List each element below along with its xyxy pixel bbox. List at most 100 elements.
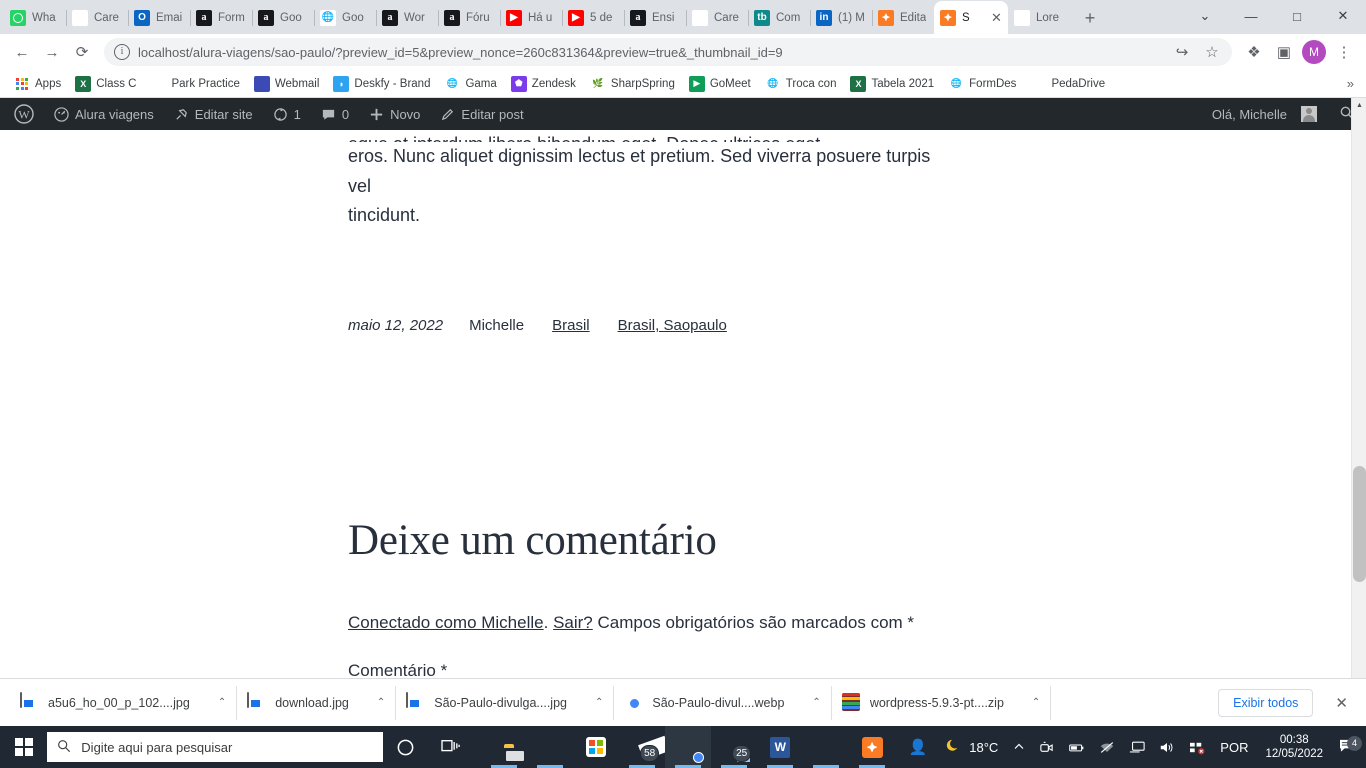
- bookmark-item[interactable]: X Tabela 2021: [844, 73, 940, 95]
- close-tab-icon[interactable]: ✕: [989, 10, 1004, 25]
- download-menu-caret-icon[interactable]: ⌃: [1032, 697, 1040, 708]
- browser-tab[interactable]: a Fóru: [438, 1, 500, 34]
- chrome-menu-icon[interactable]: ⋮: [1330, 38, 1358, 66]
- download-item[interactable]: São-Paulo-divulga....jpg ⌃: [396, 685, 615, 720]
- scroll-up-arrow-icon[interactable]: ▲: [1352, 98, 1366, 113]
- download-menu-caret-icon[interactable]: ⌃: [812, 697, 820, 708]
- reload-button[interactable]: ⟳: [68, 38, 96, 66]
- close-download-shelf-button[interactable]: ✕: [1327, 694, 1356, 712]
- taskbar-app-teams[interactable]: 25: [711, 726, 757, 768]
- side-panel-icon[interactable]: ▣: [1270, 38, 1298, 66]
- browser-tab[interactable]: tb Com: [748, 1, 810, 34]
- browser-tab-active[interactable]: ⯌ S ✕: [934, 1, 1008, 34]
- download-item[interactable]: São-Paulo-divul....webp ⌃: [614, 685, 832, 720]
- browser-tab[interactable]: ⯌ Edita: [872, 1, 934, 34]
- wp-updates-button[interactable]: 1: [263, 98, 311, 130]
- forward-button[interactable]: →: [38, 38, 66, 66]
- display-icon[interactable]: [1122, 726, 1152, 768]
- bookmark-item[interactable]: ▶ GoMeet: [683, 73, 757, 95]
- network-error-icon[interactable]: [1182, 726, 1213, 768]
- camera-icon[interactable]: [1032, 726, 1061, 768]
- wp-logo-button[interactable]: W: [4, 98, 44, 130]
- browser-tab[interactable]: ▶ 5 de: [562, 1, 624, 34]
- language-indicator[interactable]: POR: [1213, 726, 1255, 768]
- bookmark-item[interactable]: Apps: [8, 73, 67, 95]
- wp-account-button[interactable]: Olá, Michelle: [1202, 98, 1327, 130]
- share-icon[interactable]: ↪: [1168, 38, 1196, 66]
- browser-tab[interactable]: a Wor: [376, 1, 438, 34]
- taskbar-app-winrar[interactable]: [803, 726, 849, 768]
- wifi-off-icon[interactable]: [1092, 726, 1122, 768]
- taskbar-app-people[interactable]: 👤: [895, 726, 941, 768]
- logout-link[interactable]: Sair?: [553, 613, 593, 632]
- wp-new-button[interactable]: Novo: [359, 98, 430, 130]
- bookmark-item[interactable]: 🌐 Gama: [438, 73, 502, 95]
- taskbar-app-word[interactable]: W: [757, 726, 803, 768]
- profile-avatar[interactable]: M: [1302, 40, 1326, 64]
- browser-tab[interactable]: a Ensi: [624, 1, 686, 34]
- maximize-button[interactable]: □: [1274, 0, 1320, 32]
- browser-tab[interactable]: ▶ Há u: [500, 1, 562, 34]
- taskbar-app-microsoft-store[interactable]: [573, 726, 619, 768]
- page-scrollbar[interactable]: ▲ ▼: [1351, 98, 1366, 726]
- wp-comments-button[interactable]: 0: [311, 98, 359, 130]
- taskbar-app-mail[interactable]: 58: [619, 726, 665, 768]
- clock[interactable]: 00:38 12/05/2022: [1255, 733, 1333, 761]
- browser-tab[interactable]: L Lore: [1008, 1, 1070, 34]
- bookmark-item[interactable]: ◗ Deskfy - Brand: [327, 73, 436, 95]
- post-category-link-anchor[interactable]: Brasil: [552, 317, 590, 334]
- logged-in-as-link[interactable]: Conectado como Michelle: [348, 613, 544, 632]
- browser-tab[interactable]: sf Care: [686, 1, 748, 34]
- tray-expand-icon[interactable]: [1006, 726, 1032, 768]
- download-menu-caret-icon[interactable]: ⌃: [595, 697, 603, 708]
- notifications-icon[interactable]: 4: [1333, 735, 1366, 757]
- wp-site-name-button[interactable]: Alura viagens: [44, 98, 164, 130]
- taskbar-search-input[interactable]: Digite aqui para pesquisar: [47, 732, 383, 762]
- download-menu-caret-icon[interactable]: ⌃: [377, 697, 385, 708]
- browser-tab[interactable]: in (1) M: [810, 1, 872, 34]
- taskbar-app-chrome[interactable]: [665, 726, 712, 768]
- browser-tab[interactable]: Wha: [4, 1, 66, 34]
- task-view-icon[interactable]: [428, 726, 473, 768]
- site-info-icon[interactable]: i: [114, 44, 130, 60]
- new-tab-button[interactable]: +: [1076, 4, 1104, 32]
- tab-search-button[interactable]: ⌄: [1182, 0, 1228, 32]
- back-button[interactable]: ←: [8, 38, 36, 66]
- bookmark-star-icon[interactable]: ☆: [1198, 38, 1226, 66]
- download-item[interactable]: wordpress-5.9.3-pt....zip ⌃: [832, 685, 1052, 720]
- download-item[interactable]: a5u6_ho_00_p_102....jpg ⌃: [10, 685, 238, 720]
- wp-edit-site-button[interactable]: Editar site: [164, 98, 263, 130]
- bookmarks-overflow-button[interactable]: »: [1343, 76, 1358, 91]
- bookmark-item[interactable]: △ PedaDrive: [1024, 73, 1111, 95]
- weather-widget[interactable]: 18°C: [941, 737, 1006, 757]
- download-item[interactable]: download.jpg ⌃: [237, 685, 397, 720]
- taskbar-app-edge[interactable]: [527, 726, 573, 768]
- battery-icon[interactable]: [1061, 726, 1092, 768]
- taskbar-app-file-explorer[interactable]: [481, 726, 527, 768]
- browser-tab[interactable]: a Form: [190, 1, 252, 34]
- close-window-button[interactable]: ✕: [1320, 0, 1366, 32]
- taskbar-app-xampp[interactable]: ⯌: [849, 726, 895, 768]
- bookmark-item[interactable]: 🌿 SharpSpring: [584, 73, 681, 95]
- extensions-icon[interactable]: ❖: [1240, 38, 1268, 66]
- browser-tab[interactable]: sf Care: [66, 1, 128, 34]
- address-bar[interactable]: i localhost/alura-viagens/sao-paulo/?pre…: [104, 38, 1232, 66]
- cortana-icon[interactable]: [383, 726, 428, 768]
- browser-tab[interactable]: O Emai: [128, 1, 190, 34]
- bookmark-item[interactable]: 🌐 Troca con: [759, 73, 843, 95]
- minimize-button[interactable]: —: [1228, 0, 1274, 32]
- browser-tab[interactable]: a Goo: [252, 1, 314, 34]
- wp-edit-post-button[interactable]: Editar post: [430, 98, 533, 130]
- volume-icon[interactable]: [1152, 726, 1182, 768]
- scrollbar-thumb[interactable]: [1353, 466, 1366, 582]
- bookmark-item[interactable]: 🌐 FormDes: [942, 73, 1022, 95]
- show-all-downloads-button[interactable]: Exibir todos: [1218, 688, 1314, 717]
- bookmark-item[interactable]: park Park Practice: [144, 73, 245, 95]
- start-button[interactable]: [0, 726, 47, 768]
- bookmark-item[interactable]: X Class C: [69, 73, 142, 95]
- download-menu-caret-icon[interactable]: ⌃: [218, 697, 226, 708]
- bookmark-item[interactable]: Webmail: [248, 73, 326, 95]
- bookmark-item[interactable]: ⬟ Zendesk: [505, 73, 582, 95]
- post-tags-link-anchor[interactable]: Brasil, Saopaulo: [618, 317, 727, 334]
- browser-tab[interactable]: 🌐 Goo: [314, 1, 376, 34]
